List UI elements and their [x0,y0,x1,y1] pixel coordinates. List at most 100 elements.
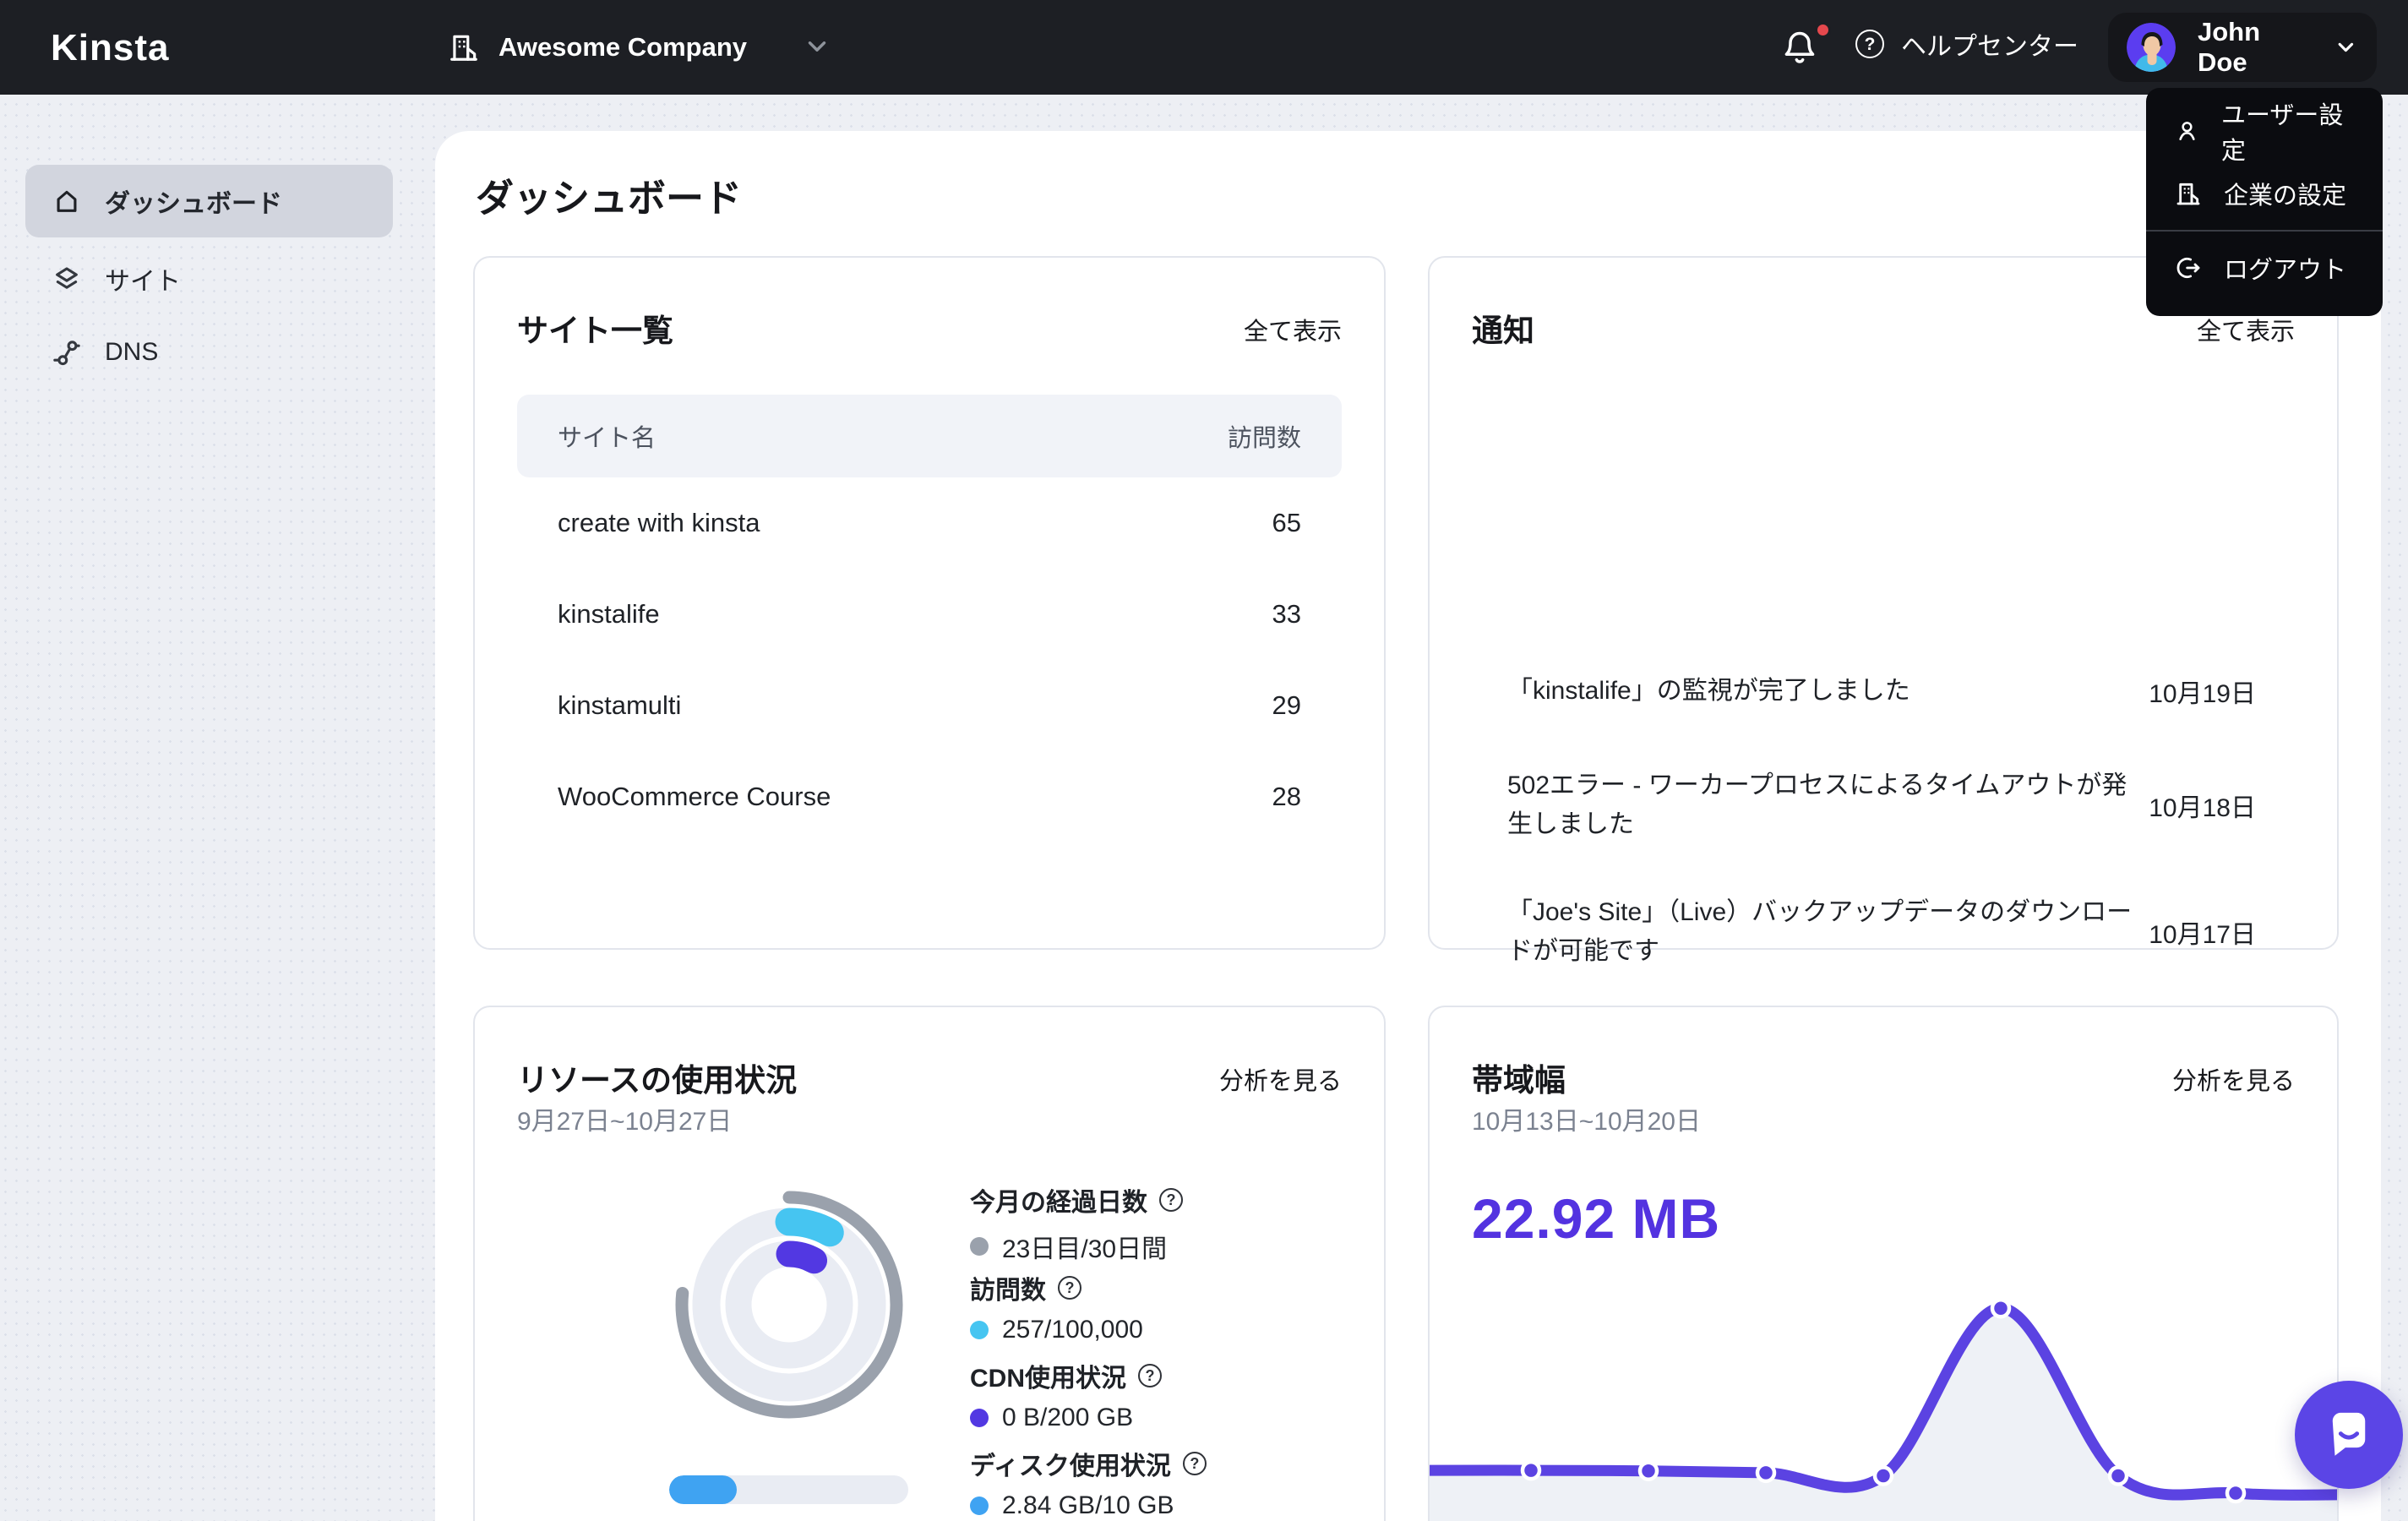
page-title: ダッシュボード [476,177,743,220]
unread-notification-dot [1815,22,1831,38]
menu-item-label: ログアウト [2224,257,2347,284]
menu-item-logout[interactable]: ログアウト [2146,237,2383,299]
user-name: John Doe [2198,17,2261,77]
legend-value: 2.84 GB/10 GB [1002,1491,1174,1519]
notification-date: 10月17日 [2149,921,2256,949]
resource-date-range: 9月27日~10月27日 [517,1108,733,1136]
sidebar-item-label: ダッシュボード [105,190,282,218]
legend-item-cdn: CDN使用状況? 0 B/200 GB [970,1357,1207,1445]
dns-nodes-icon [53,341,80,366]
sites-show-all-link[interactable]: 全て表示 [1244,312,1342,347]
user-menu-button[interactable]: John Doe [2108,13,2377,82]
chat-launcher-button[interactable] [2295,1381,2403,1489]
sites-card: サイト一覧 全て表示 サイト名 訪問数 create with kinsta 6… [473,256,1386,950]
help-icon[interactable]: ? [1058,1276,1081,1300]
bandwidth-total: 22.92 MB [1472,1187,1721,1250]
help-icon[interactable]: ? [1159,1188,1183,1212]
legend-dot [970,1321,989,1339]
layers-icon [56,267,78,289]
help-center-button[interactable]: ? ヘルプセンター [1855,25,2078,63]
legend-label: CDN使用状況 [970,1365,1126,1393]
sites-card-title: サイト一覧 [517,313,673,348]
menu-item-label: ユーザー設定 [2220,102,2344,165]
site-visits: 28 [1272,782,1301,811]
sidebar-item-dashboard[interactable]: ダッシュボード [25,165,393,237]
top-bar: Kinsta Awesome Company ? ヘルプセンター John Do… [0,0,2408,95]
legend-dot [970,1409,989,1427]
home-icon [57,190,77,212]
site-visits: 33 [1272,599,1301,629]
legend-item-disk: ディスク使用状況? 2.84 GB/10 GB [970,1445,1207,1521]
legend-dot [970,1237,989,1256]
table-row[interactable]: kinstalife 33 [517,569,1342,660]
notification-text: 502エラー - ワーカープロセスによるタイムアウトが発生しました [1507,771,2127,838]
sidebar-item-dns[interactable]: DNS [25,316,393,389]
legend-label: 今月の経過日数 [970,1189,1147,1217]
legend-value: 257/100,000 [1002,1316,1143,1344]
menu-item-user-settings[interactable]: ユーザー設定 [2146,100,2383,165]
person-icon [2179,122,2195,140]
legend-label: 訪問数 [970,1277,1046,1305]
usage-donut-chart [675,1191,903,1419]
notification-date: 10月18日 [2149,794,2256,822]
resource-usage-title: リソースの使用状況 [517,1063,798,1098]
kinsta-logo: Kinsta [51,27,170,68]
site-name: create with kinsta [558,508,760,537]
notifications-bell-button[interactable] [1781,22,1831,70]
notification-text: 「kinstalife」の監視が完了しました [1507,677,1910,705]
bandwidth-date-range: 10月13日~10月20日 [1472,1108,1701,1136]
site-name: WooCommerce Course [558,782,831,811]
question-circle-icon: ? [1855,30,1884,58]
site-visits: 65 [1272,508,1301,537]
notifications-show-all-link[interactable]: 全て表示 [2197,312,2295,347]
company-selector[interactable]: Awesome Company [448,22,747,73]
resource-analytics-link[interactable]: 分析を見る [1219,1061,1342,1097]
bell-icon [1784,31,1815,63]
chat-bubble-icon [2332,1412,2366,1456]
disk-usage-bar [669,1475,908,1504]
chevron-down-icon [808,41,826,52]
menu-item-company-settings[interactable]: 企業の設定 [2146,162,2383,225]
bandwidth-title: 帯域幅 [1472,1063,1566,1098]
resource-usage-card: リソースの使用状況 分析を見る 9月27日~10月27日 今月の経過日数? 23… [473,1006,1386,1521]
help-icon[interactable]: ? [1182,1452,1207,1475]
table-row[interactable]: WooCommerce Course 28 [517,751,1342,842]
list-item[interactable]: 502エラー - ワーカープロセスによるタイムアウトが発生しました 10月18日 [1507,742,2256,869]
legend-item-days: 今月の経過日数? 23日目/30日間 [970,1181,1207,1269]
table-row[interactable]: create with kinsta 65 [517,477,1342,569]
bandwidth-analytics-link[interactable]: 分析を見る [2172,1061,2295,1097]
sites-table: create with kinsta 65 kinstalife 33 kins… [517,477,1342,842]
table-row[interactable]: kinstamulti 29 [517,660,1342,751]
menu-divider [2146,230,2383,232]
sidebar-item-label: DNS [105,338,159,366]
bandwidth-line-chart [1430,1297,2337,1521]
chevron-down-icon [2338,42,2354,52]
building-icon [450,35,477,61]
column-visits: 訪問数 [1227,425,1301,452]
company-name: Awesome Company [498,32,748,62]
help-center-label: ヘルプセンター [1901,33,2078,61]
list-item[interactable]: 「kinstalife」の監視が完了しました 10月19日 [1507,641,2256,742]
user-dropdown-menu: ユーザー設定 企業の設定 ログアウト [2146,88,2383,316]
column-site-name: サイト名 [558,425,656,452]
legend-value: 23日目/30日間 [1002,1235,1168,1263]
notification-text: 「Joe's Site」（Live）バックアップデータのダウンロードが可能です [1507,898,2133,965]
legend-label: ディスク使用状況 [970,1453,1171,1480]
sidebar-item-label: サイト [105,268,181,296]
bandwidth-card: 帯域幅 分析を見る 10月13日~10月20日 22.92 MB [1428,1006,2339,1521]
logout-icon [2176,257,2200,279]
disk-usage-fill [669,1475,738,1504]
legend-value: 0 B/200 GB [1002,1404,1134,1431]
help-icon[interactable]: ? [1138,1364,1162,1387]
site-visits: 29 [1272,690,1301,720]
avatar [2127,23,2176,72]
list-item[interactable]: 「Joe's Site」（Live）バックアップデータのダウンロードが可能です … [1507,869,2256,995]
site-name: kinstamulti [558,690,682,720]
building-icon [2176,183,2200,205]
sidebar-item-sites[interactable]: サイト [25,243,393,315]
legend-item-visits: 訪問数? 257/100,000 [970,1269,1207,1357]
usage-legend: 今月の経過日数? 23日目/30日間 訪問数? 257/100,000 CDN使… [970,1181,1207,1521]
legend-dot [970,1496,989,1515]
notifications-card: 通知 全て表示 「kinstalife」の監視が完了しました 10月19日 50… [1428,256,2339,1152]
kinsta-dashboard: Kinsta Awesome Company ? ヘルプセンター John Do… [0,0,2408,1521]
